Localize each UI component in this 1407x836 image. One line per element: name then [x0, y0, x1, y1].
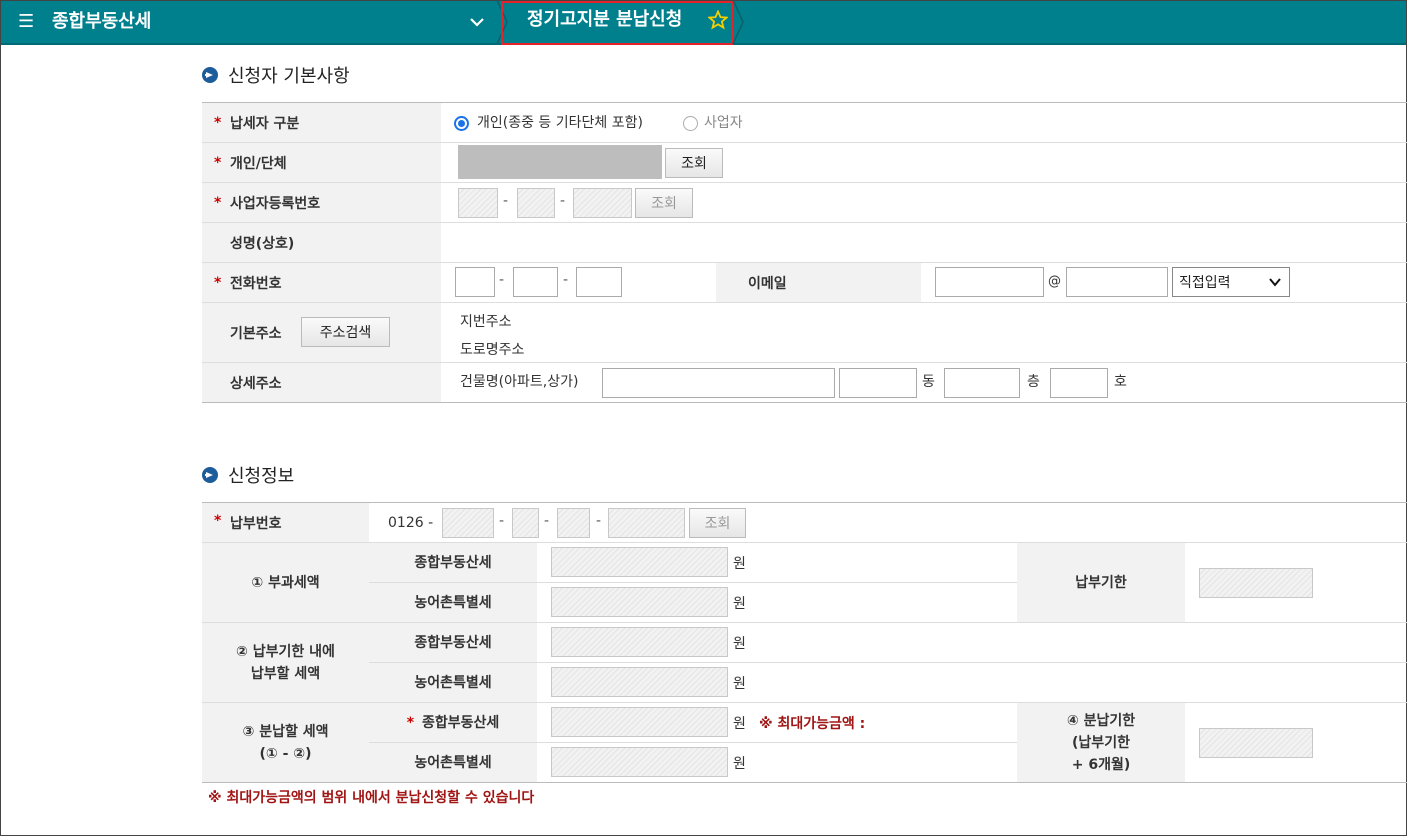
- app-title[interactable]: 종합부동산세: [52, 10, 151, 34]
- payment-no-lookup-button[interactable]: 조회: [689, 508, 746, 538]
- radio-business[interactable]: [683, 116, 698, 131]
- email-local-input[interactable]: [935, 267, 1044, 297]
- assessed-comp-tax-input[interactable]: [551, 547, 728, 577]
- phone-part1-input[interactable]: [455, 267, 495, 297]
- ho-input[interactable]: [1050, 368, 1108, 398]
- arrow-circle-icon: [202, 467, 218, 483]
- applicant-table: * 납세자 구분 개인(종중 등 기타단체 포함) 사업자 * 개인/단체 조회…: [202, 102, 1407, 403]
- assessed-rural-tax-input[interactable]: [551, 587, 728, 617]
- installment-comp-tax-input[interactable]: [551, 707, 728, 737]
- floor-label: 층: [1027, 374, 1040, 390]
- row-individual: * 개인/단체 조회: [202, 143, 1407, 183]
- section-title: 신청자 기본사항: [228, 66, 350, 87]
- installment-rural-tax-input[interactable]: [551, 747, 728, 777]
- label-rural-tax-1: 농어촌특별세: [369, 583, 537, 623]
- name-value: [441, 223, 1407, 262]
- label-within-due-tax: ② 납부기한 내에 납부할 세액: [202, 623, 369, 703]
- within-due-comp-tax-input[interactable]: [551, 627, 728, 657]
- individual-id-field[interactable]: [458, 145, 662, 179]
- bizno-part2-input[interactable]: [517, 188, 555, 218]
- lot-address-label: 지번주소: [460, 314, 512, 330]
- section-application-header: 신청정보: [202, 464, 295, 487]
- dong-label: 동: [922, 374, 935, 390]
- label-comp-tax-1: 종합부동산세: [369, 543, 537, 583]
- breadcrumb-end-icon: [732, 0, 744, 44]
- floor-input[interactable]: [944, 368, 1020, 398]
- label-payment-no: * 납부번호: [202, 503, 369, 543]
- row-bizno: * 사업자등록번호 - - 조회: [202, 183, 1407, 223]
- label-email: 이메일: [716, 263, 921, 302]
- bizno-part3-input[interactable]: [573, 188, 632, 218]
- within-due-rural-tax-input[interactable]: [551, 667, 728, 697]
- road-address-label: 도로명주소: [460, 342, 525, 358]
- footnote: ※ 최대가능금액의 범위 내에서 분납신청할 수 있습니다: [208, 790, 535, 806]
- payment-no-part2[interactable]: [512, 508, 539, 538]
- phone-part2-input[interactable]: [513, 267, 558, 297]
- label-installment-tax: ③ 분납할 세액 (① - ②): [202, 703, 369, 783]
- label-installment-due: ④ 분납기한 (납부기한 + 6개월): [1017, 703, 1185, 783]
- radio-individual[interactable]: [454, 116, 469, 131]
- label-due-date: 납부기한: [1017, 543, 1185, 623]
- label-comp-tax-3: * 종합부동산세: [369, 703, 537, 743]
- email-domain-select[interactable]: 직접입력: [1172, 267, 1290, 297]
- required-mark: *: [214, 274, 222, 291]
- phone-part3-input[interactable]: [576, 267, 622, 297]
- installment-due-input[interactable]: [1199, 728, 1313, 758]
- payment-prefix: 0126 -: [388, 515, 434, 531]
- payment-no-value: 0126 - - - - 조회: [369, 503, 1407, 543]
- row-phone-email: * 전화번호 - - 이메일 @ 직접입력: [202, 263, 1407, 303]
- individual-lookup-button[interactable]: 조회: [665, 148, 723, 178]
- chevron-down-icon: [1269, 278, 1281, 287]
- section-title: 신청정보: [228, 466, 295, 487]
- section-applicant-header: 신청자 기본사항: [202, 64, 350, 87]
- row-detail-address: 상세주소 건물명(아파트,상가) 동 층 호: [202, 363, 1407, 403]
- dong-input[interactable]: [839, 368, 917, 398]
- required-mark: *: [214, 154, 222, 171]
- required-mark: *: [214, 194, 222, 211]
- building-name-input[interactable]: [602, 368, 835, 398]
- hamburger-icon[interactable]: ☰: [18, 12, 34, 32]
- radio-business-label[interactable]: 사업자: [704, 113, 743, 133]
- star-icon[interactable]: [708, 10, 728, 30]
- application-table: * 납부번호 0126 - - - - 조회 ① 부과세액 종합부동산세 원 농…: [202, 502, 1407, 783]
- payment-no-part4[interactable]: [608, 508, 685, 538]
- bizno-lookup-button[interactable]: 조회: [635, 188, 693, 218]
- row-address: 기본주소 주소검색 지번주소 도로명주소: [202, 303, 1407, 363]
- row-name: 성명(상호): [202, 223, 1407, 263]
- arrow-circle-icon: [202, 67, 218, 83]
- label-taxpayer-type: * 납세자 구분: [202, 103, 441, 142]
- max-amount-label: ※ 최대가능금액 :: [759, 716, 866, 732]
- label-rural-tax-3: 농어촌특별세: [369, 743, 537, 783]
- required-mark: *: [214, 114, 222, 131]
- payment-no-part3[interactable]: [557, 508, 590, 538]
- due-date-input[interactable]: [1199, 568, 1313, 598]
- building-label: 건물명(아파트,상가): [460, 374, 579, 390]
- chevron-down-icon[interactable]: [466, 12, 488, 32]
- label-rural-tax-2: 농어촌특별세: [369, 663, 537, 703]
- radio-individual-label[interactable]: 개인(종중 등 기타단체 포함): [477, 113, 643, 133]
- ho-label: 호: [1114, 374, 1127, 390]
- address-search-button[interactable]: 주소검색: [301, 317, 390, 347]
- row-taxpayer-type: * 납세자 구분 개인(종중 등 기타단체 포함) 사업자: [202, 103, 1407, 143]
- label-comp-tax-2: 종합부동산세: [369, 623, 537, 663]
- payment-no-part1[interactable]: [442, 508, 494, 538]
- page-title: 정기고지분 분납신청: [527, 9, 683, 30]
- label-assessed-tax: ① 부과세액: [202, 543, 369, 623]
- email-domain-input[interactable]: [1066, 267, 1168, 297]
- email-at-sign: @: [1048, 274, 1061, 289]
- bizno-part1-input[interactable]: [458, 188, 498, 218]
